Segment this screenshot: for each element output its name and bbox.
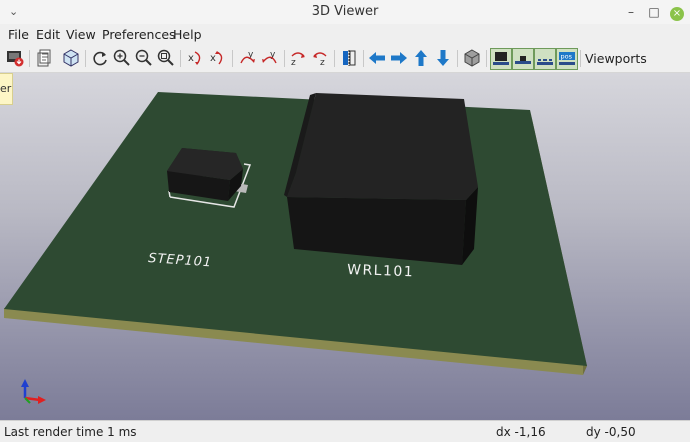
rotate-x-cw-icon[interactable]: x: [186, 48, 206, 68]
move-right-icon[interactable]: [389, 48, 409, 68]
render-time-status: Last render time 1 ms: [4, 425, 137, 439]
svg-text:z: z: [291, 58, 296, 68]
close-button[interactable]: ×: [668, 3, 686, 21]
tooltip-text: er: [0, 82, 12, 95]
move-left-icon[interactable]: [367, 48, 387, 68]
zoom-out-icon[interactable]: [134, 48, 154, 68]
window-title: 3D Viewer: [311, 4, 379, 19]
menu-help[interactable]: Help: [173, 27, 202, 42]
viewports-label[interactable]: Viewports: [585, 51, 647, 66]
view-smd-icon[interactable]: [534, 48, 556, 70]
menu-edit[interactable]: Edit: [36, 27, 60, 42]
menu-bar: File Edit View Preferences Help: [0, 24, 690, 45]
tooltip: er: [0, 73, 13, 105]
view-front-icon[interactable]: [490, 48, 512, 70]
view-pos-icon[interactable]: pos: [556, 48, 578, 70]
rotate-x-ccw-icon[interactable]: x: [208, 48, 228, 68]
status-bar: Last render time 1 ms dx -1,16 dy -0,50: [0, 420, 690, 442]
view-side-icon[interactable]: [512, 48, 534, 70]
pos-badge-label: pos: [561, 53, 573, 61]
3d-viewer-window: ⌄ 3D Viewer – □ × File Edit View Prefere…: [0, 0, 690, 442]
move-down-icon[interactable]: [433, 48, 453, 68]
rotate-y-ccw-icon[interactable]: y: [260, 48, 280, 68]
move-up-icon[interactable]: [411, 48, 431, 68]
flip-board-icon[interactable]: [339, 48, 359, 68]
svg-text:z: z: [320, 58, 325, 68]
menu-view[interactable]: View: [66, 27, 96, 42]
toggle-ortho-icon[interactable]: [462, 48, 482, 68]
reload-icon[interactable]: [90, 48, 110, 68]
copy-icon[interactable]: [35, 48, 55, 68]
3d-scene: STEP101 WRL101: [4, 92, 587, 404]
toolbar: x x y y z z pos Viewports: [0, 45, 690, 73]
svg-text:x: x: [188, 53, 194, 64]
svg-text:x: x: [210, 53, 216, 64]
step101-component: [167, 148, 243, 201]
zoom-fit-icon[interactable]: [156, 48, 176, 68]
dx-status: dx -1,16: [496, 425, 546, 439]
render-export-icon[interactable]: [5, 48, 25, 68]
menu-preferences[interactable]: Preferences: [102, 27, 176, 42]
rotate-y-cw-icon[interactable]: y: [238, 48, 258, 68]
minimize-button[interactable]: –: [622, 3, 640, 21]
rotate-z-cw-icon[interactable]: z: [288, 48, 308, 68]
wrl101-label: WRL101: [347, 262, 415, 280]
maximize-button[interactable]: □: [645, 3, 663, 21]
3d-box-icon[interactable]: [61, 48, 81, 68]
dy-status: dy -0,50: [586, 425, 636, 439]
rotate-z-ccw-icon[interactable]: z: [310, 48, 330, 68]
axis-gizmo: [21, 379, 46, 404]
3d-viewport[interactable]: STEP101 WRL101 er: [0, 73, 690, 420]
title-bar: ⌄ 3D Viewer – □ ×: [0, 0, 690, 25]
menu-file[interactable]: File: [8, 27, 29, 42]
close-icon: ×: [670, 7, 684, 21]
zoom-in-icon[interactable]: [112, 48, 132, 68]
wrl101-component: [284, 93, 478, 265]
